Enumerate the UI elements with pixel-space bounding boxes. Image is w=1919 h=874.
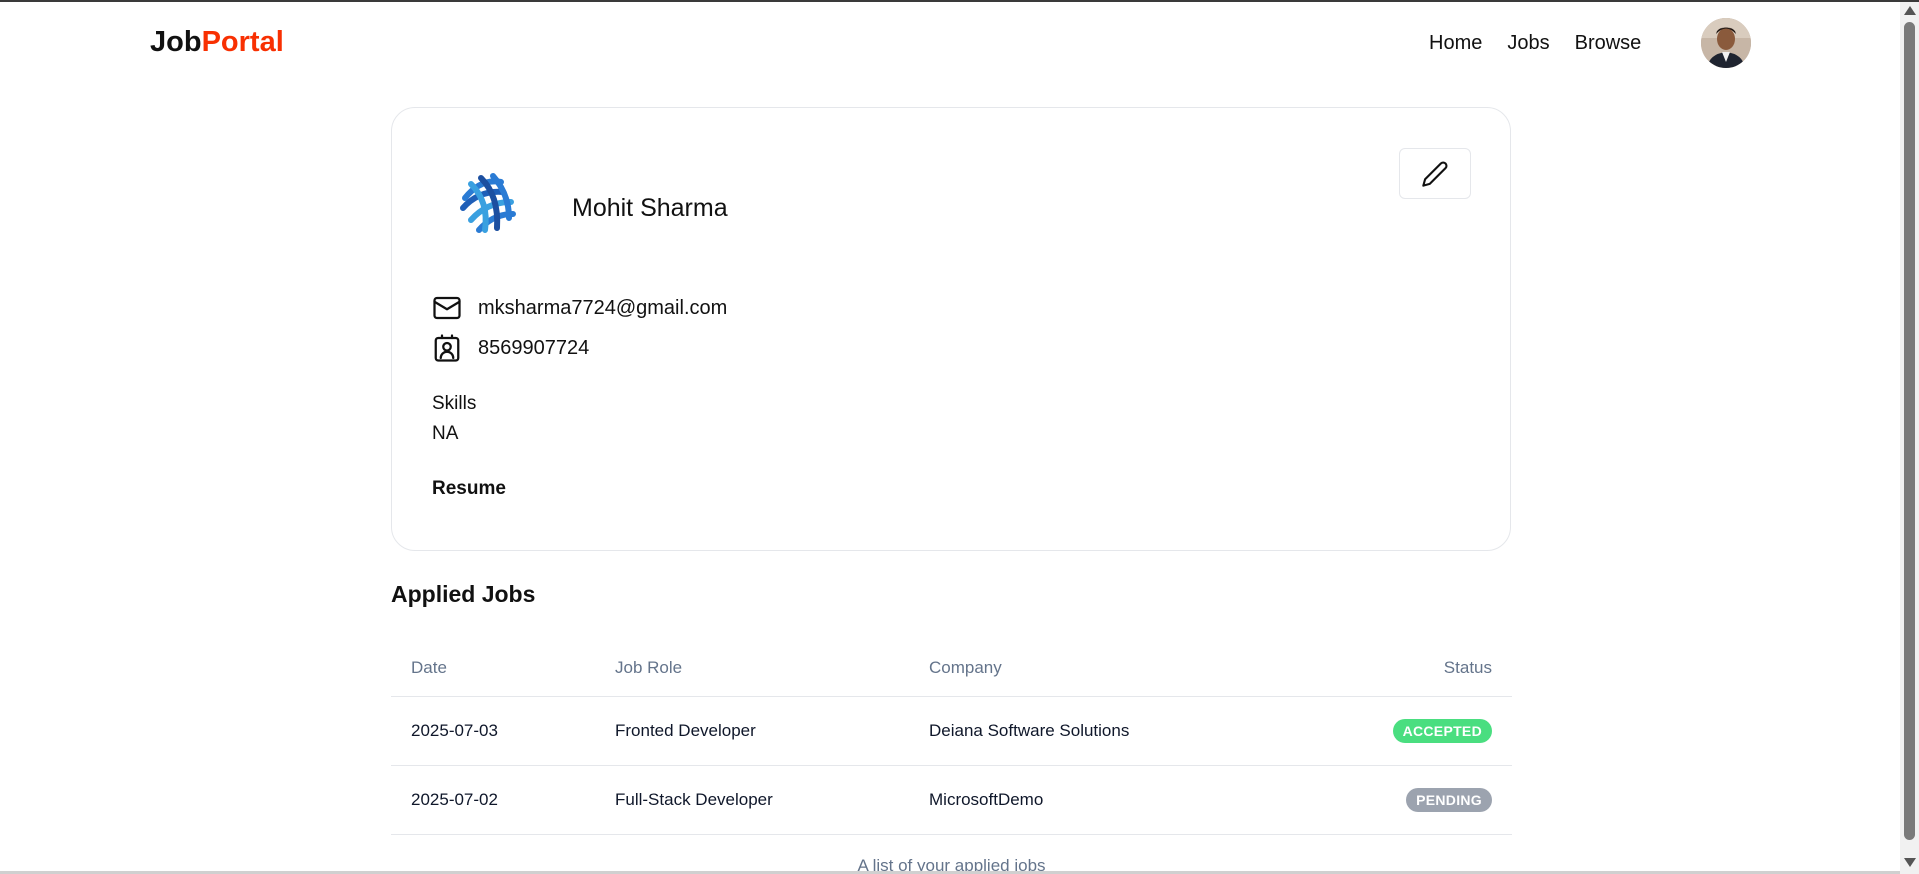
- email-value: mksharma7724@gmail.com: [478, 296, 728, 319]
- logo-text-portal: Portal: [201, 26, 284, 58]
- logo-text-job: Job: [150, 26, 202, 58]
- status-badge: PENDING: [1406, 788, 1492, 812]
- phone-value: 8569907724: [478, 336, 590, 359]
- row-date: 2025-07-02: [411, 790, 498, 809]
- phone-row: 8569907724: [432, 333, 589, 363]
- profile-logo-icon: [451, 168, 523, 240]
- pen-icon: [1422, 161, 1448, 187]
- vertical-scrollbar[interactable]: [1900, 2, 1919, 874]
- scroll-up-arrow-icon[interactable]: [1904, 6, 1916, 15]
- profile-card: Mohit Sharma mksharma7724@gmail.com 8569…: [391, 107, 1511, 551]
- scroll-thumb[interactable]: [1904, 22, 1915, 840]
- header-date: Date: [411, 658, 447, 677]
- nav-links: Home Jobs Browse: [1429, 32, 1641, 55]
- header-job-role: Job Role: [615, 658, 683, 677]
- header-company: Company: [929, 658, 1002, 677]
- skills-label: Skills: [432, 393, 477, 414]
- nav-jobs-link[interactable]: Jobs: [1507, 32, 1549, 55]
- status-badge: ACCEPTED: [1392, 719, 1492, 743]
- row-company: MicrosoftDemo: [929, 790, 1044, 809]
- logo[interactable]: JobPortal: [150, 26, 284, 59]
- table-row[interactable]: 2025-07-02 Full-Stack Developer Microsof…: [391, 766, 1512, 835]
- skills-value: NA: [432, 423, 459, 444]
- row-date: 2025-07-03: [411, 721, 498, 740]
- email-row: mksharma7724@gmail.com: [432, 293, 727, 323]
- row-company: Deiana Software Solutions: [929, 721, 1130, 740]
- row-job-role: Full-Stack Developer: [615, 790, 773, 809]
- user-avatar[interactable]: [1701, 18, 1751, 68]
- resume-label: Resume: [432, 478, 506, 499]
- applied-jobs-title: Applied Jobs: [391, 581, 536, 607]
- row-job-role: Fronted Developer: [615, 721, 756, 740]
- nav-home-link[interactable]: Home: [1429, 32, 1482, 55]
- table-header-row: Date Job Role Company Status: [391, 640, 1512, 697]
- navbar: JobPortal Home Jobs Browse: [0, 2, 1900, 82]
- edit-profile-button[interactable]: [1399, 148, 1471, 199]
- mail-icon: [433, 296, 461, 320]
- profile-name: Mohit Sharma: [572, 194, 728, 222]
- header-status: Status: [1443, 658, 1492, 677]
- contact-icon: [434, 334, 460, 362]
- avatar-photo: [1701, 18, 1751, 68]
- nav-browse-link[interactable]: Browse: [1575, 32, 1642, 55]
- applied-jobs-table: Date Job Role Company Status 2025-07-03 …: [391, 640, 1512, 835]
- table-row[interactable]: 2025-07-03 Fronted Developer Deiana Soft…: [391, 697, 1512, 766]
- scroll-down-arrow-icon[interactable]: [1904, 858, 1916, 867]
